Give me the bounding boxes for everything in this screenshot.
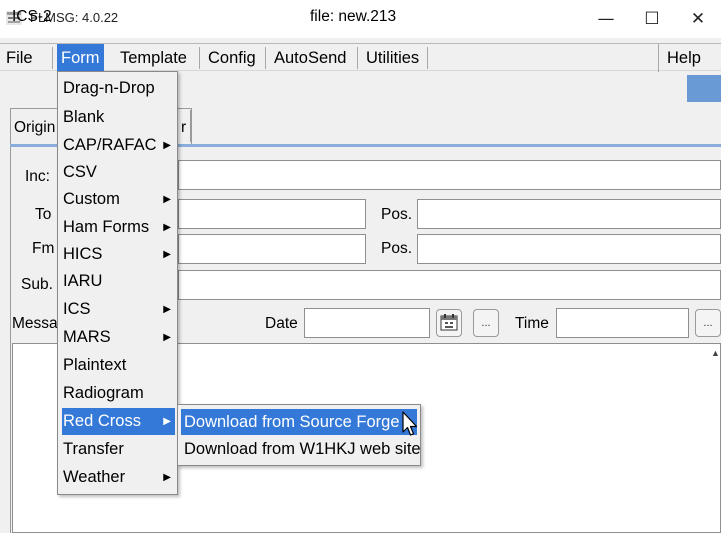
submenu-arrow-icon: ▶ [163,304,171,315]
form-menu-item[interactable]: Red Cross ▶ [62,408,175,435]
tab-other-label[interactable]: r [181,119,186,137]
incident-field[interactable] [178,160,721,190]
submenu-arrow-icon: ▶ [163,472,171,483]
form-menu-item[interactable]: Transfer [62,436,175,463]
tab-divider [190,110,191,142]
form-menu-item-label: Transfer [63,440,124,458]
from-field[interactable] [178,234,366,264]
time-field[interactable] [556,308,689,338]
submenu-arrow-icon: ▶ [163,249,171,260]
form-menu-item-label: Radiogram [63,384,144,402]
menu-separator [265,47,266,69]
menu-utilities[interactable]: Utilities [362,44,423,72]
form-menu-item-label: Blank [63,108,105,126]
form-menu-item-label: ICS [63,300,91,318]
close-icon: ✕ [690,9,706,29]
red-cross-submenu-item-label: Download from Source Forge [184,413,400,431]
form-menu-item-label: IARU [63,272,103,290]
date-now-button[interactable]: ... [473,309,499,337]
maximize-button[interactable]: ☐ [629,0,675,38]
submenu-arrow-icon: ▶ [163,194,171,205]
form-menu-item[interactable]: Custom ▶ [62,186,175,213]
menu-help[interactable]: Help [658,44,705,72]
form-menu-item[interactable]: Weather ▶ [62,464,175,491]
form-menu-item-label: Ham Forms [63,218,150,236]
menu-separator [199,47,200,69]
red-cross-submenu-item[interactable]: Download from Source Forge [181,409,417,435]
minimize-button[interactable]: — [583,0,629,38]
menu-file[interactable]: File [2,44,37,72]
menu-template[interactable]: Template [116,44,191,72]
form-menu-item[interactable]: Plaintext [62,352,175,379]
form-menu-item[interactable]: CSV [62,159,175,186]
menu-form[interactable]: Form [57,44,104,72]
calendar-icon [440,314,458,331]
calendar-button[interactable] [436,309,462,337]
red-cross-submenu-item[interactable]: Download from W1HKJ web site [181,436,421,462]
form-menu-item-label: MARS [63,328,111,346]
time-now-button[interactable]: ... [695,309,721,337]
file-name-label: file: new.213 [310,8,397,25]
form-menu-item-label: Red Cross [63,412,141,430]
menu-bar: File Form Template Config AutoSend Utili… [0,43,721,72]
menu-separator [52,47,53,69]
from-position-field[interactable] [417,234,721,264]
form-menu-item[interactable]: Radiogram [62,380,175,407]
to-label: To [35,206,52,223]
menu-separator [427,47,428,69]
subject-field[interactable] [178,270,721,300]
form-menu-item[interactable]: IARU [62,268,175,295]
to-position-label: Pos. [381,206,413,223]
scroll-up-arrow-icon[interactable]: ▲ [710,346,721,360]
menu-separator [357,47,358,69]
form-menu-item-label: Plaintext [63,356,127,374]
form-menu-item[interactable]: Blank [62,104,175,131]
date-field[interactable] [304,308,430,338]
form-menu-item-label: CSV [63,163,97,181]
maximize-icon: ☐ [644,9,660,29]
form-menu-item[interactable]: Drag-n-Drop [62,75,175,102]
fm-label: Fm [32,240,55,257]
form-menu-item-label: HICS [63,245,103,263]
close-button[interactable]: ✕ [675,0,721,38]
form-menu-item-label: CAP/RAFAC [63,136,157,154]
menu-config[interactable]: Config [204,44,260,72]
tab-originator-label: Origin [14,119,56,136]
form-menu-item[interactable]: CAP/RAFAC ▶ [62,132,175,159]
form-menu-item[interactable]: ICS ▶ [62,296,175,323]
submenu-arrow-icon: ▶ [163,140,171,151]
mouse-pointer-icon [402,411,418,436]
time-label: Time [515,315,549,332]
form-menu-item-label: Custom [63,190,120,208]
to-field[interactable] [178,199,366,229]
submenu-arrow-icon: ▶ [163,416,171,427]
message-label: Messa [12,315,58,332]
form-menu-item[interactable]: MARS ▶ [62,324,175,351]
to-position-field[interactable] [417,199,721,229]
submenu-arrow-icon: ▶ [163,222,171,233]
submenu-arrow-icon: ▶ [163,332,171,343]
from-position-label: Pos. [381,240,413,257]
form-menu-item-label: Weather [63,468,126,486]
red-cross-submenu-item-label: Download from W1HKJ web site [184,440,421,458]
sub-label: Sub. [21,276,53,293]
form-menu-item[interactable]: Ham Forms ▶ [62,214,175,241]
status-indicator [687,75,721,102]
minimize-icon: — [597,9,615,29]
form-type-label: ICS-2 [12,8,52,25]
date-label: Date [265,315,298,332]
menu-autosend[interactable]: AutoSend [270,44,350,72]
form-menu-item-label: Drag-n-Drop [63,79,155,97]
inc-label: Inc: [25,168,50,185]
form-menu-item[interactable]: HICS ▶ [62,241,175,268]
